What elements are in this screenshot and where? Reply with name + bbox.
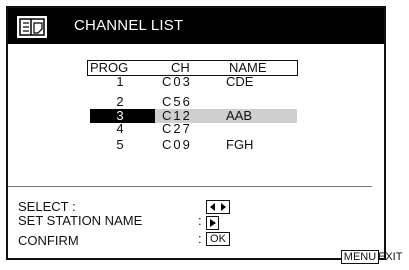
left-right-arrows-icon xyxy=(206,200,230,214)
header-name: NAME xyxy=(229,60,267,75)
channel-row-4[interactable]: 4 C27 xyxy=(0,122,409,136)
colon: : xyxy=(198,231,202,246)
row-name: AAB xyxy=(226,108,253,123)
row-ch: C27 xyxy=(162,121,192,136)
ok-key[interactable]: OK xyxy=(206,232,230,246)
colon: : xyxy=(198,213,202,228)
row-prog: 1 xyxy=(116,74,124,89)
row-ch: C56 xyxy=(162,94,192,109)
confirm-label: CONFIRM xyxy=(18,233,79,248)
set-station-name-label: SET STATION NAME xyxy=(18,213,143,228)
row-prog: 4 xyxy=(116,121,124,136)
channel-row-5[interactable]: 5 C09 FGH xyxy=(0,138,409,152)
channel-row-3-selected[interactable]: 3 C12 AAB xyxy=(0,109,409,123)
exit-label: EXIT xyxy=(378,251,403,263)
row-ch: C03 xyxy=(162,74,192,89)
divider xyxy=(8,186,372,187)
row-name: CDE xyxy=(226,74,254,89)
row-ch: C09 xyxy=(162,137,192,152)
select-label: SELECT : xyxy=(18,199,76,214)
header-prog: PROG xyxy=(90,60,129,75)
title-bar: CHANNEL LIST xyxy=(8,8,384,44)
menu-key[interactable]: MENU xyxy=(341,250,379,264)
header-ch: CH xyxy=(171,60,190,75)
menu-title: CHANNEL LIST xyxy=(74,17,184,34)
channel-list-icon xyxy=(17,16,47,38)
channel-row-1[interactable]: 1 C03 CDE xyxy=(0,75,409,89)
row-name: FGH xyxy=(226,137,254,152)
row-prog: 2 xyxy=(116,94,124,109)
row-prog: 5 xyxy=(116,137,124,152)
channel-row-2[interactable]: 2 C56 xyxy=(0,95,409,109)
right-arrow-icon xyxy=(206,216,219,230)
